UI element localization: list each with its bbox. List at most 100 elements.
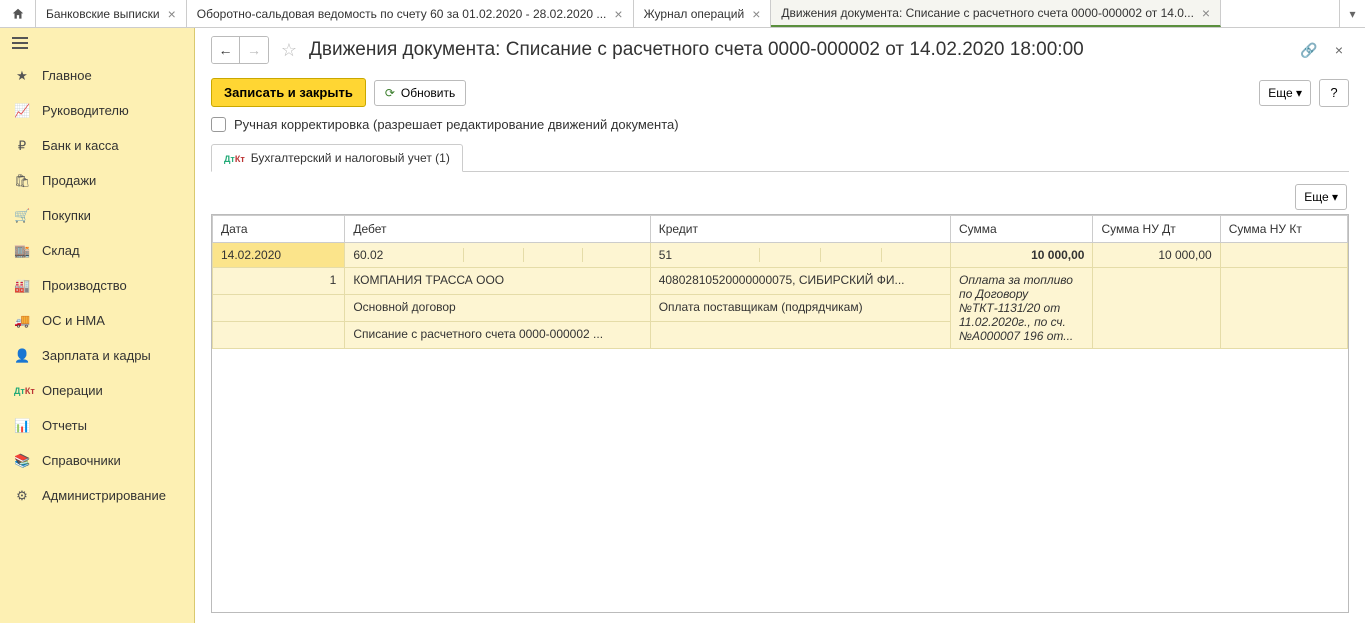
sidebar-item-warehouse[interactable]: 🏬 Склад: [0, 233, 194, 268]
cell-debit-acct: 60.02: [345, 243, 650, 268]
tab-label: Банковские выписки: [46, 7, 160, 21]
sidebar-item-label: Производство: [42, 278, 127, 293]
sidebar-toggle[interactable]: [0, 28, 194, 58]
home-tab[interactable]: [0, 0, 36, 27]
cell-empty: [1093, 268, 1220, 349]
tab-bank-statements[interactable]: Банковские выписки ×: [36, 0, 187, 27]
tabs-dropdown[interactable]: ▾: [1339, 0, 1365, 27]
content-area: ← → ☆ Движения документа: Списание с рас…: [195, 28, 1365, 623]
sidebar-item-label: Операции: [42, 383, 103, 398]
cell-empty: [1220, 268, 1347, 349]
sidebar-item-label: Справочники: [42, 453, 121, 468]
book-icon: 📚: [14, 453, 30, 469]
close-icon[interactable]: ×: [168, 6, 176, 22]
sidebar-item-label: Продажи: [42, 173, 96, 188]
cell-credit-sub1: 40802810520000000075, СИБИРСКИЙ ФИ...: [650, 268, 950, 295]
sidebar-item-label: Зарплата и кадры: [42, 348, 151, 363]
cell-credit-acct: 51: [650, 243, 950, 268]
sidebar-item-hr[interactable]: 👤 Зарплата и кадры: [0, 338, 194, 373]
help-button[interactable]: ?: [1319, 79, 1349, 107]
sidebar-item-label: Покупки: [42, 208, 91, 223]
close-icon[interactable]: ×: [752, 6, 760, 22]
close-icon[interactable]: ×: [1202, 5, 1210, 21]
refresh-icon: ⟳: [385, 86, 395, 100]
sidebar-item-purchases[interactable]: 🛒 Покупки: [0, 198, 194, 233]
sidebar-item-reports[interactable]: 📊 Отчеты: [0, 408, 194, 443]
tab-journal[interactable]: Журнал операций ×: [634, 0, 772, 27]
refresh-label: Обновить: [401, 86, 455, 100]
cell-sum-nu-kt: [1220, 243, 1347, 268]
tab-label: Журнал операций: [644, 7, 745, 21]
sidebar-item-label: Отчеты: [42, 418, 87, 433]
sidebar-item-label: Банк и касса: [42, 138, 119, 153]
sidebar: ★ Главное 📈 Руководителю ₽ Банк и касса 🛍 Пр…: [0, 28, 195, 623]
close-page-icon[interactable]: ×: [1329, 40, 1349, 60]
ruble-icon: ₽: [14, 138, 30, 154]
sidebar-item-label: Администрирование: [42, 488, 166, 503]
table-more-button[interactable]: Еще ▾: [1295, 184, 1347, 210]
table-row[interactable]: 1 КОМПАНИЯ ТРАССА ООО 408028105200000000…: [213, 268, 1348, 295]
save-and-close-button[interactable]: Записать и закрыть: [211, 78, 366, 107]
page-title: Движения документа: Списание с расчетног…: [309, 39, 1291, 61]
inner-tab-label: Бухгалтерский и налоговый учет (1): [251, 151, 450, 165]
cart-icon: 🛒: [14, 208, 30, 224]
more-button[interactable]: Еще ▾: [1259, 80, 1311, 106]
sidebar-item-label: Руководителю: [42, 103, 129, 118]
sidebar-item-main[interactable]: ★ Главное: [0, 58, 194, 93]
movements-table: Дата Дебет Кредит Сумма Сумма НУ Дт Сумм…: [211, 214, 1349, 613]
col-date[interactable]: Дата: [213, 216, 345, 243]
close-icon[interactable]: ×: [614, 6, 622, 22]
cell-debit-sub2: Основной договор: [345, 295, 650, 322]
nav-back-button[interactable]: ←: [212, 37, 240, 63]
cell-debit-sub3: Списание с расчетного счета 0000-000002 …: [345, 322, 650, 349]
truck-icon: 🚚: [14, 313, 30, 329]
chart-icon: 📈: [14, 103, 30, 119]
sidebar-item-label: ОС и НМА: [42, 313, 105, 328]
sidebar-item-sales[interactable]: 🛍 Продажи: [0, 163, 194, 198]
cell-n: 1: [213, 268, 345, 295]
tab-label: Движения документа: Списание с расчетног…: [781, 6, 1194, 20]
refresh-button[interactable]: ⟳ Обновить: [374, 80, 466, 106]
sidebar-item-assets[interactable]: 🚚 ОС и НМА: [0, 303, 194, 338]
sidebar-item-bank[interactable]: ₽ Банк и касса: [0, 128, 194, 163]
cell-sum-nu-dt: 10 000,00: [1093, 243, 1220, 268]
sidebar-item-label: Склад: [42, 243, 80, 258]
tabs-bar: Банковские выписки × Оборотно-сальдовая …: [0, 0, 1365, 28]
gear-icon: ⚙: [14, 488, 30, 504]
sidebar-item-production[interactable]: 🏭Производство: [0, 268, 194, 303]
cell-sum: 10 000,00: [950, 243, 1093, 268]
link-icon[interactable]: 🔗: [1299, 40, 1319, 60]
col-sum[interactable]: Сумма: [950, 216, 1093, 243]
tab-accounting[interactable]: ДтКт Бухгалтерский и налоговый учет (1): [211, 144, 463, 172]
cell-date: 14.02.2020: [213, 243, 345, 268]
tab-label: Оборотно-сальдовая ведомость по счету 60…: [197, 7, 607, 21]
dtkt-icon: ДтКт: [224, 151, 245, 165]
star-icon: ★: [14, 68, 30, 84]
sidebar-item-operations[interactable]: ДтКтОперации: [0, 373, 194, 408]
col-debit[interactable]: Дебет: [345, 216, 650, 243]
sidebar-item-label: Главное: [42, 68, 92, 83]
manual-edit-checkbox[interactable]: [211, 117, 226, 132]
bar-chart-icon: 📊: [14, 418, 30, 434]
person-icon: 👤: [14, 348, 30, 364]
cell-desc: Оплата за топливо по Договору №ТКТ-1131/…: [950, 268, 1093, 349]
cell-debit-sub1: КОМПАНИЯ ТРАССА ООО: [345, 268, 650, 295]
tab-movements[interactable]: Движения документа: Списание с расчетног…: [771, 0, 1221, 27]
cell-credit-sub2: Оплата поставщикам (подрядчикам): [650, 295, 950, 322]
sidebar-item-catalogs[interactable]: 📚 Справочники: [0, 443, 194, 478]
table-row[interactable]: 14.02.2020 60.02 51 10 000,00 10 000,00: [213, 243, 1348, 268]
warehouse-icon: 🏬: [14, 243, 30, 259]
nav-forward-button[interactable]: →: [240, 37, 268, 63]
col-sum-nu-kt[interactable]: Сумма НУ Кт: [1220, 216, 1347, 243]
sidebar-item-manager[interactable]: 📈 Руководителю: [0, 93, 194, 128]
cell-empty: [213, 322, 345, 349]
favorite-button[interactable]: ☆: [277, 38, 301, 62]
menu-icon: [12, 37, 28, 49]
manual-edit-label: Ручная корректировка (разрешает редактир…: [234, 117, 679, 132]
col-credit[interactable]: Кредит: [650, 216, 950, 243]
sidebar-item-admin[interactable]: ⚙ Администрирование: [0, 478, 194, 513]
bag-icon: 🛍: [14, 173, 30, 189]
home-icon: [11, 7, 25, 21]
tab-osv[interactable]: Оборотно-сальдовая ведомость по счету 60…: [187, 0, 634, 27]
col-sum-nu-dt[interactable]: Сумма НУ Дт: [1093, 216, 1220, 243]
